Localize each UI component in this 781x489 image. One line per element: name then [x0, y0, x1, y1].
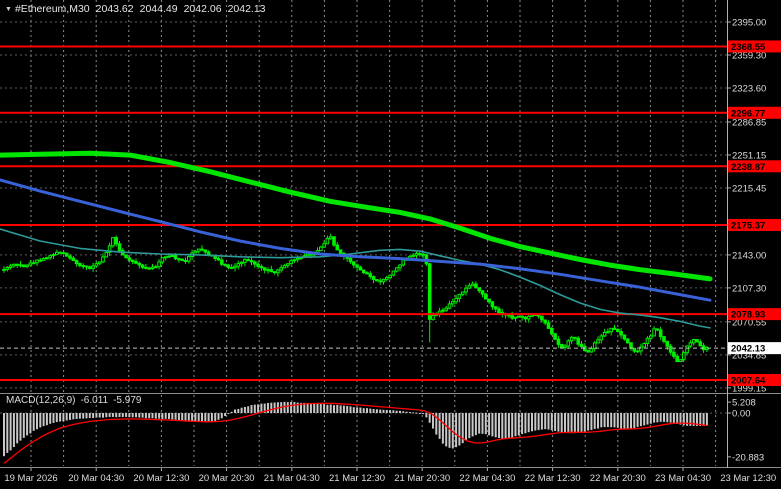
svg-text:2238.87: 2238.87	[731, 162, 765, 173]
time-axis-label: 20 Mar 12:30	[133, 473, 189, 484]
frame	[0, 0, 781, 468]
time-axis-label: 21 Mar 12:30	[329, 473, 385, 484]
price-axis-label: 2323.60	[732, 83, 766, 94]
ma-slow-green	[0, 150, 713, 282]
svg-text:2175.37: 2175.37	[731, 220, 765, 231]
svg-text:2078.93: 2078.93	[731, 310, 765, 321]
time-axis-label: 20 Mar 04:30	[68, 473, 124, 484]
ma-fast-teal	[0, 228, 711, 329]
price-axis-label: 2107.30	[732, 283, 766, 294]
price-axis-label: 2251.15	[732, 150, 766, 161]
time-axis-label: 22 Mar 12:30	[525, 473, 581, 484]
time-axis[interactable]: 19 Mar 2026 20 Mar 04:30 20 Mar 12:30 20 Ma…	[4, 468, 776, 484]
time-axis-label: 21 Mar 04:30	[264, 473, 320, 484]
time-axis-label: 20 Mar 20:30	[199, 473, 255, 484]
svg-text:2296.77: 2296.77	[731, 108, 765, 119]
price-axis-label: 2215.45	[732, 183, 766, 194]
mt4-chart-window: 2395.00 2359.30 2323.60 2286.85 2251.15 2215.…	[0, 0, 781, 489]
macd-histogram	[3, 401, 708, 457]
svg-text:2042.13: 2042.13	[731, 344, 765, 355]
macd-scale-label: -20.883	[732, 452, 764, 463]
time-axis-label: 23 Mar 12:30	[720, 473, 776, 484]
time-axis-label: 22 Mar 20:30	[590, 473, 646, 484]
price-axis[interactable]: 2395.002359.302323.602286.852251.152215.…	[727, 18, 766, 464]
price-axis-label: 2143.00	[732, 250, 766, 261]
grid	[0, 0, 727, 466]
moving-averages	[0, 150, 713, 329]
time-axis-label: 22 Mar 04:30	[459, 473, 515, 484]
time-axis-label: 19 Mar 2026	[4, 473, 57, 484]
time-axis-label: 21 Mar 20:30	[394, 473, 450, 484]
macd-scale-label: 0.00	[732, 409, 751, 420]
price-axis-label: 2395.00	[732, 18, 766, 29]
ma-mid-blue	[0, 178, 712, 302]
svg-text:2007.64: 2007.64	[731, 376, 766, 387]
price-chart[interactable]: 2395.002359.302323.602286.852251.152215.…	[0, 0, 781, 489]
macd-signal	[3, 402, 709, 464]
time-axis-label: 23 Mar 04:30	[655, 473, 711, 484]
macd-scale-label: 5.208	[732, 398, 756, 409]
svg-text:2368.55: 2368.55	[731, 42, 766, 53]
